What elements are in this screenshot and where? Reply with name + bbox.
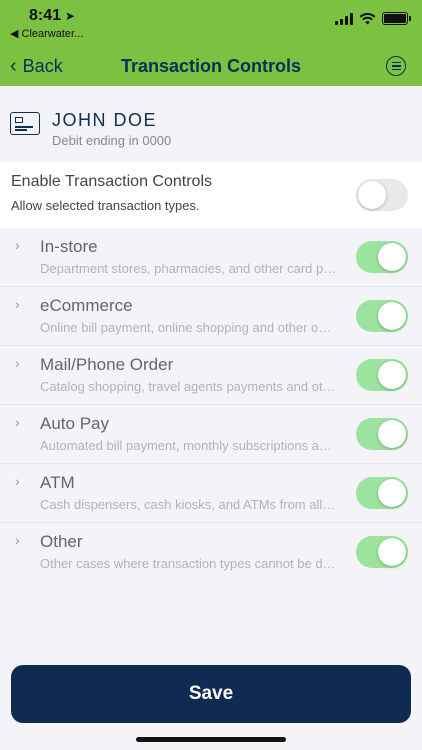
type-row-atm[interactable]: › ATM Cash dispensers, cash kiosks, and … (0, 464, 422, 523)
other-toggle[interactable] (356, 536, 408, 568)
toggle-knob (358, 181, 386, 209)
return-to-app-link[interactable]: ◀ Clearwater... (10, 27, 83, 40)
type-title: Mail/Phone Order (40, 355, 174, 374)
location-arrow-icon: ➤ (65, 9, 76, 23)
card-subtitle: Debit ending in 0000 (52, 133, 172, 148)
enable-transaction-controls-row: Enable Transaction Controls Allow select… (0, 162, 422, 228)
transaction-types-list: › In-store Department stores, pharmacies… (0, 228, 422, 582)
enable-controls-toggle[interactable] (356, 179, 408, 211)
chevron-right-icon: › (15, 532, 20, 548)
card-icon (10, 112, 40, 135)
chevron-right-icon: › (15, 296, 20, 312)
type-row-ecommerce[interactable]: › eCommerce Online bill payment, online … (0, 287, 422, 346)
type-row-mail-phone-order[interactable]: › Mail/Phone Order Catalog shopping, tra… (0, 346, 422, 405)
toggle-knob (378, 420, 406, 448)
type-title: eCommerce (40, 296, 133, 315)
chevron-right-icon: › (15, 237, 20, 253)
type-row-in-store[interactable]: › In-store Department stores, pharmacies… (0, 228, 422, 287)
status-time-text: 8:41 (29, 7, 62, 24)
menu-icon[interactable] (386, 56, 406, 76)
type-description: Department stores, pharmacies, and other… (40, 261, 338, 276)
type-description: Catalog shopping, travel agents payments… (40, 379, 338, 394)
app-header: 8:41 ➤ ◀ Clearwater... ‹ Back Transaction… (0, 0, 422, 86)
home-indicator[interactable] (136, 737, 286, 742)
mail-phone-order-toggle[interactable] (356, 359, 408, 391)
enable-title: Enable Transaction Controls (11, 173, 212, 190)
chevron-right-icon: › (15, 355, 20, 371)
wifi-icon (359, 12, 376, 25)
type-description: Other cases where transaction types cann… (40, 556, 338, 571)
page-title: Transaction Controls (120, 56, 302, 76)
chevron-right-icon: › (15, 473, 20, 489)
type-title: In-store (40, 237, 98, 256)
status-time: 8:41 ➤ (29, 7, 75, 25)
toggle-knob (378, 302, 406, 330)
type-title: Other (40, 532, 83, 551)
auto-pay-toggle[interactable] (356, 418, 408, 450)
type-row-other[interactable]: › Other Other cases where transaction ty… (0, 523, 422, 582)
chevron-right-icon: › (15, 414, 20, 430)
toggle-knob (378, 479, 406, 507)
status-icons (335, 12, 411, 25)
save-button[interactable]: Save (11, 665, 411, 723)
atm-toggle[interactable] (356, 477, 408, 509)
cellular-signal-icon (335, 12, 353, 25)
toggle-knob (378, 538, 406, 566)
type-description: Cash dispensers, cash kiosks, and ATMs f… (40, 497, 338, 512)
toggle-knob (378, 361, 406, 389)
card-summary: JOHN DOE Debit ending in 0000 (0, 86, 422, 162)
type-description: Online bill payment, online shopping and… (40, 320, 338, 335)
in-store-toggle[interactable] (356, 241, 408, 273)
type-row-auto-pay[interactable]: › Auto Pay Automated bill payment, month… (0, 405, 422, 464)
cardholder-name: JOHN DOE (52, 110, 158, 130)
battery-icon (382, 12, 411, 25)
type-title: Auto Pay (40, 414, 109, 433)
enable-subtitle: Allow selected transaction types. (11, 198, 200, 213)
toggle-knob (378, 243, 406, 271)
type-title: ATM (40, 473, 75, 492)
ecommerce-toggle[interactable] (356, 300, 408, 332)
type-description: Automated bill payment, monthly subscrip… (40, 438, 338, 453)
